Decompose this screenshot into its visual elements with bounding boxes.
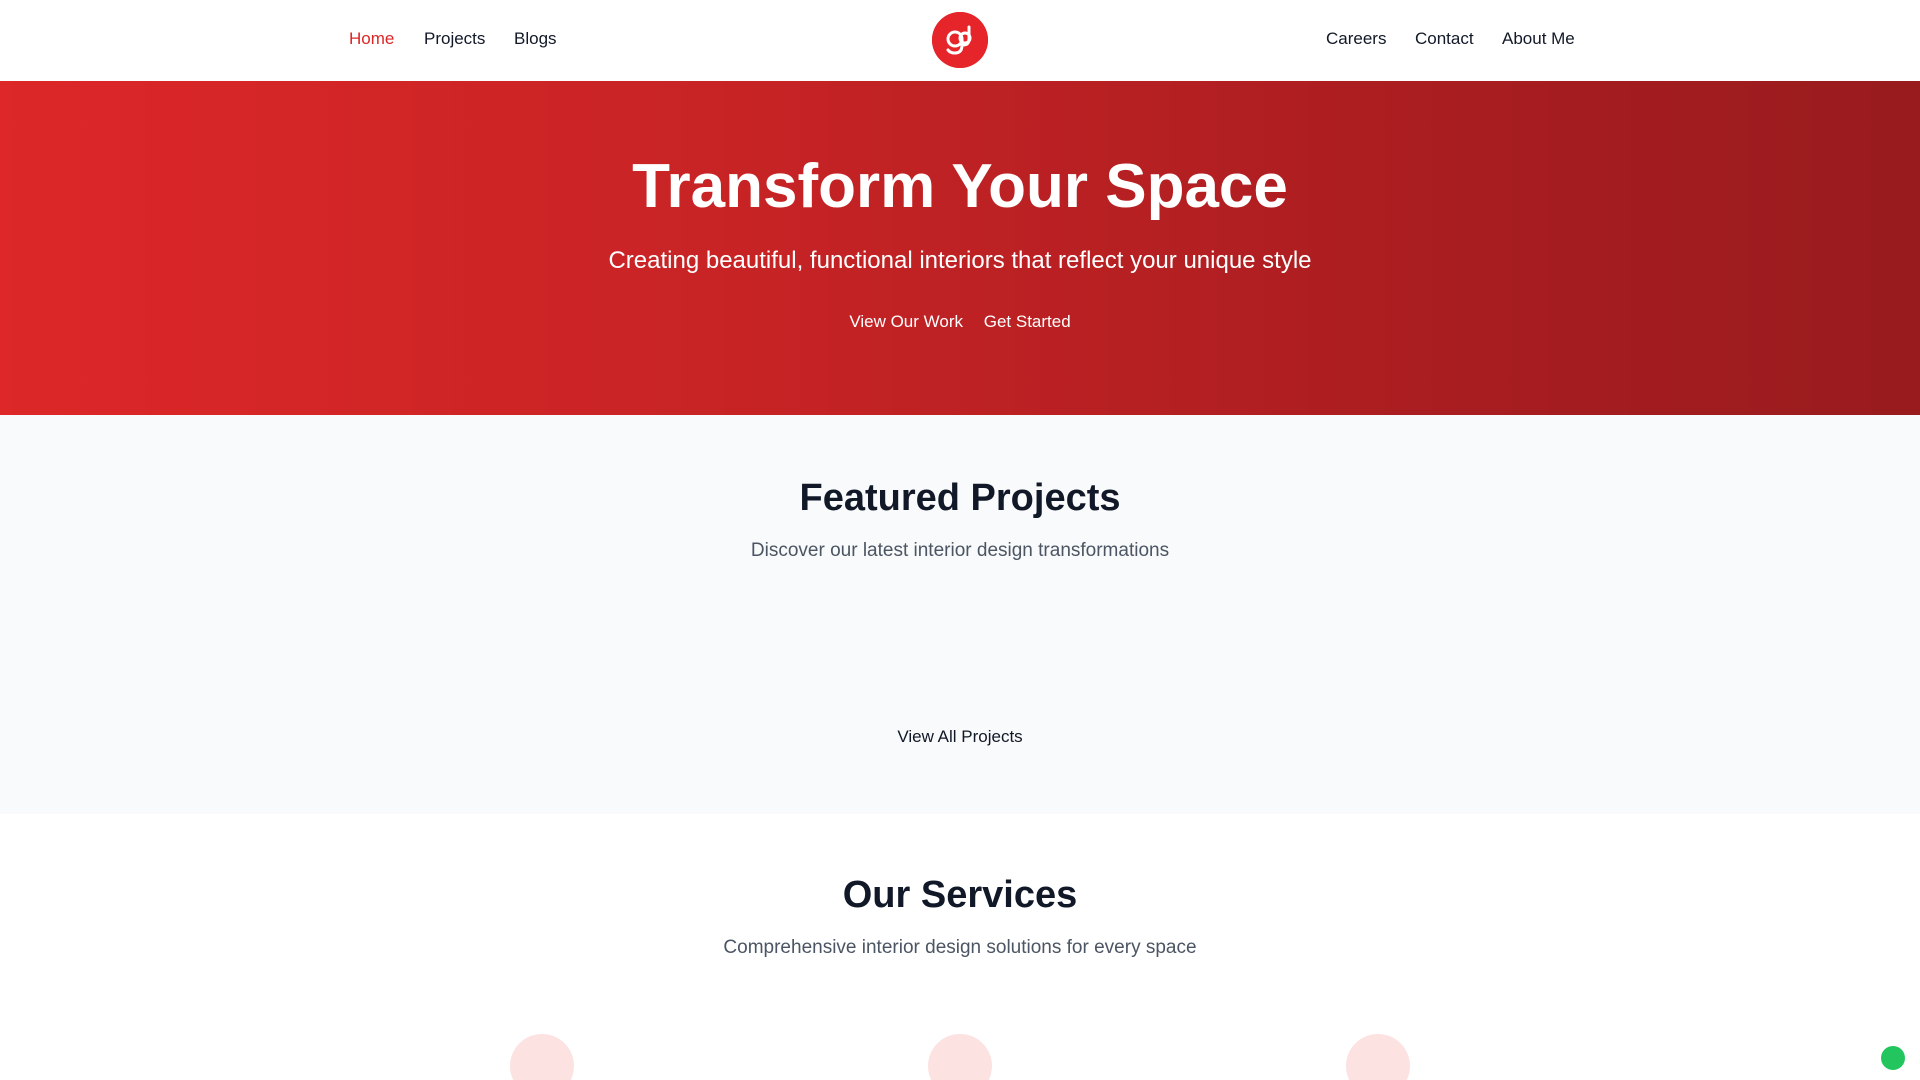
services-section: Our Services Comprehensive interior desi… bbox=[0, 814, 1920, 1080]
featured-projects-section: Featured Projects Discover our latest in… bbox=[0, 415, 1920, 814]
nav-projects-link[interactable]: Projects bbox=[424, 28, 485, 50]
hero-buttons: View Our Work Get Started bbox=[0, 311, 1920, 333]
nav-contact-link[interactable]: Contact bbox=[1415, 28, 1474, 50]
view-all-projects: View All Projects bbox=[0, 726, 1920, 748]
view-our-work-button[interactable]: View Our Work bbox=[849, 311, 963, 333]
services-title: Our Services bbox=[842, 874, 1078, 916]
featured-projects-title: Featured Projects bbox=[799, 477, 1121, 519]
site-header: Home Projects Blogs Careers Contact Abou… bbox=[0, 0, 1920, 82]
nav-careers-link[interactable]: Careers bbox=[1326, 28, 1386, 50]
page: Home Projects Blogs Careers Contact Abou… bbox=[0, 0, 1920, 1080]
brand-logo-icon[interactable] bbox=[932, 12, 988, 68]
nav-home-link[interactable]: Home bbox=[349, 28, 394, 50]
featured-projects-subtitle: Discover our latest interior design tran… bbox=[750, 540, 1170, 561]
view-all-projects-button[interactable]: View All Projects bbox=[897, 727, 1022, 746]
service-icon bbox=[928, 1034, 992, 1080]
service-icon bbox=[510, 1034, 574, 1080]
get-started-button[interactable]: Get Started bbox=[984, 311, 1071, 333]
hero-section: Transform Your Space Creating beautiful,… bbox=[0, 81, 1920, 415]
services-subtitle: Comprehensive interior design solutions … bbox=[723, 937, 1197, 958]
status-indicator-icon[interactable] bbox=[1881, 1046, 1905, 1070]
nav-about-me-link[interactable]: About Me bbox=[1502, 28, 1575, 50]
nav-blogs-link[interactable]: Blogs bbox=[514, 28, 557, 50]
hero-title: Transform Your Space bbox=[632, 152, 1288, 221]
service-icon bbox=[1346, 1034, 1410, 1080]
hero-subtitle: Creating beautiful, functional interiors… bbox=[608, 247, 1312, 274]
